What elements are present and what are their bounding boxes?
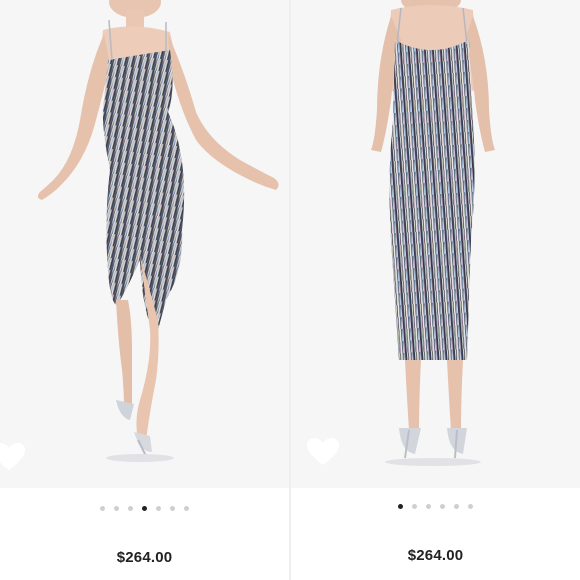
carousel-dot[interactable] <box>170 506 175 511</box>
carousel-dots[interactable] <box>291 504 580 509</box>
carousel-dot[interactable] <box>100 506 105 511</box>
price-label: $264.00 <box>407 547 464 564</box>
favorite-heart-icon[interactable] <box>0 442 26 472</box>
carousel-dot[interactable] <box>440 504 445 509</box>
carousel-dot[interactable] <box>156 506 161 511</box>
carousel-dot[interactable] <box>128 506 133 511</box>
carousel-dot[interactable] <box>142 506 147 511</box>
carousel-dot[interactable] <box>426 504 431 509</box>
product-photo-front[interactable] <box>0 0 289 488</box>
carousel-dot[interactable] <box>468 504 473 509</box>
carousel-dot[interactable] <box>412 504 417 509</box>
carousel-dot[interactable] <box>184 506 189 511</box>
product-card-left[interactable]: $264.00 <box>0 0 289 580</box>
product-card-right[interactable]: $264.00 <box>291 0 580 580</box>
carousel-dot[interactable] <box>454 504 459 509</box>
dress-back-image <box>371 0 495 466</box>
dress-front-image <box>37 0 279 462</box>
heart-icon <box>307 438 339 465</box>
product-photo-back[interactable] <box>291 0 580 488</box>
carousel-dot[interactable] <box>114 506 119 511</box>
heart-icon <box>0 443 25 470</box>
price-label: $264.00 <box>116 549 173 566</box>
carousel-dots[interactable] <box>0 506 289 511</box>
carousel-dot[interactable] <box>398 504 403 509</box>
favorite-heart-icon[interactable] <box>306 437 340 467</box>
